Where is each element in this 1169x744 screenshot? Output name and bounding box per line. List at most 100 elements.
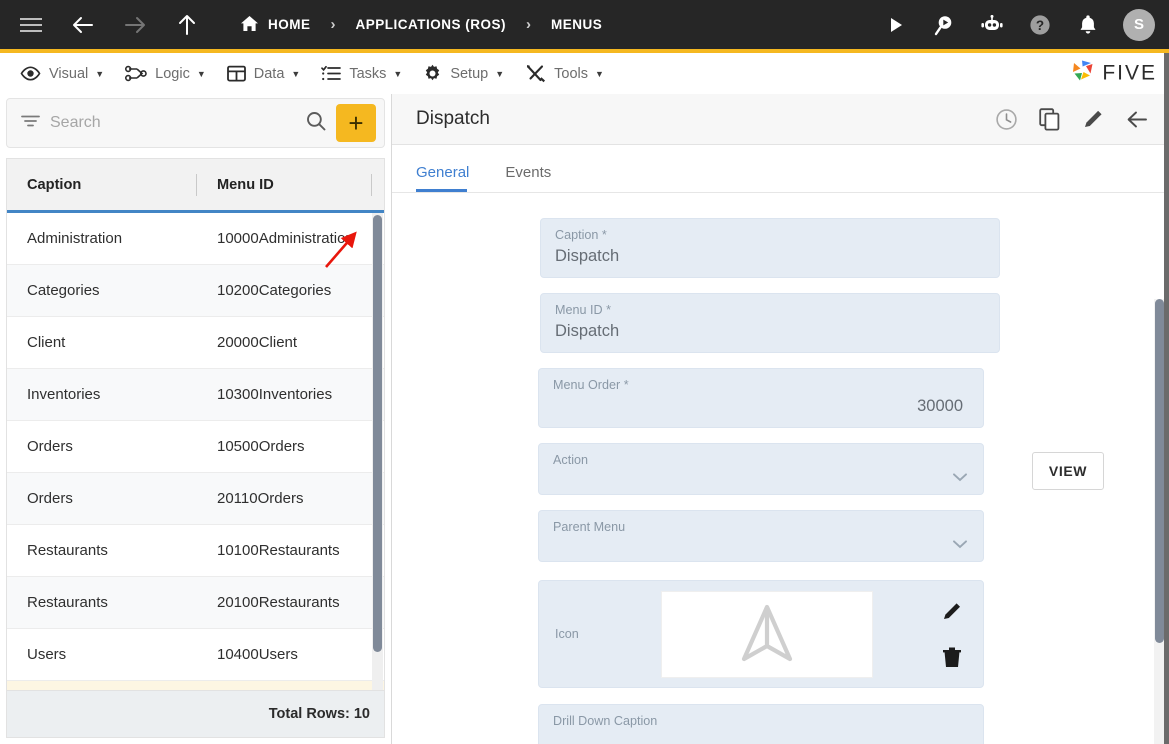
tools-wrench-icon <box>525 64 546 83</box>
menu-item-data[interactable]: Data ▼ <box>223 53 318 94</box>
breadcrumb-item-home[interactable]: HOME <box>230 11 321 39</box>
table-row[interactable]: Administration 10000Administration <box>7 213 384 265</box>
chevron-down-icon[interactable] <box>953 540 967 549</box>
table-grid-icon <box>226 65 246 82</box>
column-header-menu-id-label: Menu ID <box>217 176 274 193</box>
cell-caption: Orders <box>27 438 73 455</box>
up-arrow-icon[interactable] <box>174 12 200 38</box>
five-logo-mark <box>1069 58 1097 89</box>
column-resizer[interactable] <box>371 173 372 196</box>
eye-icon <box>20 66 41 81</box>
help-question-icon[interactable]: ? <box>1027 12 1053 38</box>
cell-menu-id: 10200Categories <box>217 282 332 299</box>
menu-label-visual: Visual <box>49 65 89 82</box>
navigation-arrow-icon <box>741 604 793 662</box>
table-row[interactable]: Orders 10500Orders <box>7 421 384 473</box>
cell-menu-id: 10100Restaurants <box>217 542 340 559</box>
run-play-icon[interactable] <box>883 12 909 38</box>
application-menu-bar: Visual ▼ Logic ▼ Data ▼ Tasks ▼ Setup ▼ … <box>0 53 1169 94</box>
detail-header: Dispatch <box>392 94 1169 145</box>
menu-item-tasks[interactable]: Tasks ▼ <box>317 53 419 94</box>
view-button[interactable]: VIEW <box>1032 452 1104 490</box>
delete-trash-icon[interactable] <box>942 646 962 668</box>
tab-events[interactable]: Events <box>505 164 561 192</box>
field-caption-value[interactable]: Dispatch <box>555 243 983 269</box>
top-navigation-bar: HOME › APPLICATIONS (ROS) › MENUS ? S <box>0 0 1169 53</box>
edit-pencil-icon[interactable] <box>1082 108 1104 130</box>
left-grid-scrollbar[interactable] <box>372 213 383 690</box>
tab-general[interactable]: General <box>416 164 479 192</box>
menu-item-logic[interactable]: Logic ▼ <box>121 53 223 94</box>
search-icon[interactable] <box>306 111 326 136</box>
table-row[interactable]: Orders 20110Orders <box>7 473 384 525</box>
icon-preview[interactable] <box>661 590 873 678</box>
notifications-bell-icon[interactable] <box>1075 12 1101 38</box>
cell-menu-id: 20100Restaurants <box>217 594 340 611</box>
column-header-menu-id[interactable]: Menu ID <box>197 159 372 210</box>
field-menu-id-value[interactable]: Dispatch <box>555 318 983 344</box>
filter-icon[interactable] <box>21 114 40 133</box>
cell-menu-id: 20000Client <box>217 334 298 351</box>
menu-item-tools[interactable]: Tools ▼ <box>521 53 621 94</box>
edit-pencil-icon[interactable] <box>941 600 963 622</box>
breadcrumb-item-menus[interactable]: MENUS <box>541 13 612 36</box>
field-caption[interactable]: Caption * Dispatch <box>540 218 1000 278</box>
five-logo-text: FIVE <box>1102 61 1157 85</box>
chevron-down-icon: ▼ <box>495 68 505 79</box>
detail-tabs: General Events <box>392 145 1169 193</box>
five-logo: FIVE <box>1069 58 1157 89</box>
cell-caption: Administration <box>27 230 123 247</box>
back-arrow-icon[interactable] <box>1125 109 1149 130</box>
table-row[interactable]: Client 20000Client <box>7 317 384 369</box>
table-row[interactable]: Restaurants 20100Restaurants <box>7 577 384 629</box>
field-menu-order-value[interactable]: 30000 <box>553 393 967 419</box>
detail-header-actions <box>995 107 1149 131</box>
table-row[interactable]: Users 10400Users <box>7 629 384 681</box>
total-rows-status: Total Rows: 10 <box>6 690 385 738</box>
search-input[interactable] <box>50 114 296 132</box>
robot-assistant-icon[interactable] <box>979 12 1005 38</box>
copy-duplicate-icon[interactable] <box>1039 107 1061 131</box>
left-grid-scrollbar-thumb[interactable] <box>373 215 382 652</box>
breadcrumb-item-applications[interactable]: APPLICATIONS (ROS) <box>346 13 517 36</box>
table-row[interactable]: Restaurants 10100Restaurants <box>7 525 384 577</box>
add-button[interactable]: + <box>336 104 376 142</box>
table-row-selected[interactable] <box>7 681 384 690</box>
field-menu-id[interactable]: Menu ID * Dispatch <box>540 293 1000 353</box>
field-parent-menu[interactable]: Parent Menu <box>538 510 984 562</box>
cell-caption: Users <box>27 646 67 663</box>
history-clock-icon[interactable] <box>995 108 1018 131</box>
grid-header-row: Caption Menu ID <box>7 159 384 213</box>
cell-caption: Client <box>27 334 66 351</box>
forward-arrow-icon[interactable] <box>122 12 148 38</box>
user-avatar[interactable]: S <box>1123 8 1155 41</box>
svg-text:?: ? <box>1036 18 1044 33</box>
field-menu-order[interactable]: Menu Order * 30000 <box>538 368 984 428</box>
field-icon-label: Icon <box>555 627 579 641</box>
cell-menu-id: 10400Users <box>217 646 298 663</box>
chevron-down-icon: ▼ <box>393 68 403 79</box>
table-row[interactable]: Categories 10200Categories <box>7 265 384 317</box>
cell-menu-id: 20110Orders <box>217 490 304 507</box>
chevron-down-icon: ▼ <box>291 68 301 79</box>
menu-label-data: Data <box>253 65 285 82</box>
menu-item-setup[interactable]: Setup ▼ <box>419 53 521 94</box>
detail-scrollbar-thumb[interactable] <box>1155 299 1164 643</box>
table-row[interactable]: Inventories 10300Inventories <box>7 369 384 421</box>
hamburger-menu-icon[interactable] <box>18 12 44 38</box>
chevron-down-icon[interactable] <box>953 473 967 482</box>
detail-panel: Dispatch General Events Caption * Dispat… <box>392 94 1169 744</box>
back-arrow-icon[interactable] <box>70 12 96 38</box>
cell-caption: Inventories <box>27 386 101 403</box>
field-caption-label: Caption * <box>555 228 607 242</box>
column-header-caption[interactable]: Caption <box>7 159 197 210</box>
menu-item-visual[interactable]: Visual ▼ <box>16 53 121 94</box>
menu-label-tasks: Tasks <box>349 65 387 82</box>
cell-menu-id: 10500Orders <box>217 438 305 455</box>
topbar-actions: ? S <box>883 8 1155 41</box>
window-scrollbar[interactable] <box>1164 53 1169 744</box>
search-chat-icon[interactable] <box>931 12 957 38</box>
field-drill-down-caption[interactable]: Drill Down Caption <box>538 704 984 744</box>
menu-label-setup: Setup <box>450 65 489 82</box>
field-action[interactable]: Action <box>538 443 984 495</box>
